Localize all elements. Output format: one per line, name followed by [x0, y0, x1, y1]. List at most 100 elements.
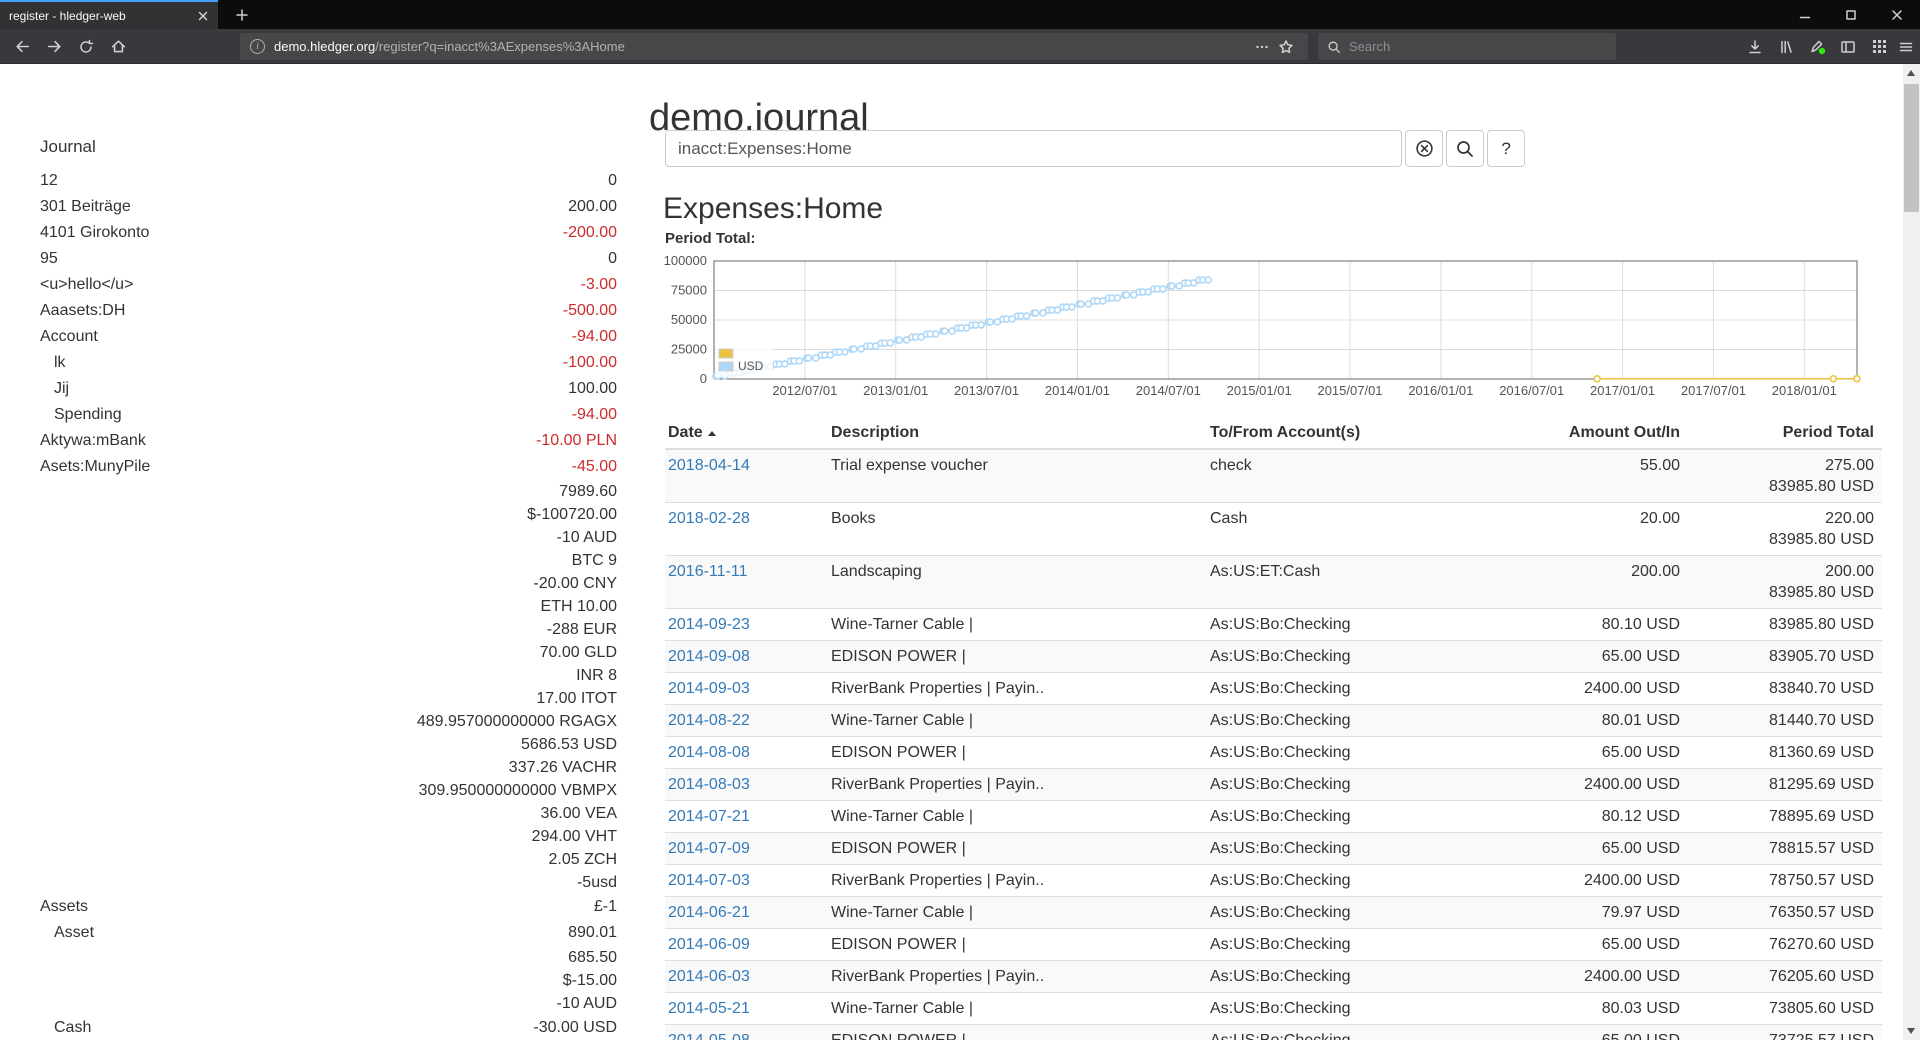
query-input[interactable] — [665, 130, 1402, 167]
cell-date: 2014-07-03 — [665, 865, 828, 897]
column-header-date[interactable]: Date — [665, 420, 828, 449]
account-name[interactable]: Asset — [17, 920, 568, 946]
transaction-date-link[interactable]: 2014-06-09 — [668, 936, 750, 953]
search-button[interactable] — [1446, 130, 1484, 167]
sidebar-account-row[interactable]: -20.00 CNY — [17, 572, 617, 595]
sidebar-account-row[interactable]: Assets£-1 — [17, 894, 617, 920]
sidebar-account-row[interactable]: 950 — [17, 246, 617, 272]
new-tab-button[interactable] — [226, 0, 258, 29]
sidebar-account-row[interactable]: 685.50 — [17, 946, 617, 969]
home-button[interactable] — [104, 33, 132, 60]
transaction-date-link[interactable]: 2014-08-03 — [668, 776, 750, 793]
transaction-date-link[interactable]: 2014-07-03 — [668, 872, 750, 889]
sidebar-toggle-icon[interactable] — [1835, 34, 1861, 59]
sidebar-account-row[interactable]: 5686.53 USD — [17, 733, 617, 756]
sidebar-account-row[interactable]: ETH 10.00 — [17, 595, 617, 618]
transaction-date-link[interactable]: 2014-07-09 — [668, 840, 750, 857]
sidebar-account-row[interactable]: Account-94.00 — [17, 324, 617, 350]
account-name[interactable]: Spending — [17, 402, 572, 428]
browser-search-bar[interactable]: Search — [1318, 33, 1616, 60]
sidebar-account-row[interactable]: Spending-94.00 — [17, 402, 617, 428]
tab-close-icon[interactable] — [197, 10, 209, 22]
account-name[interactable]: 12 — [17, 168, 608, 194]
account-name[interactable]: Aaasets:DH — [17, 298, 563, 324]
account-name[interactable]: Jij — [17, 376, 568, 402]
account-name[interactable]: Account — [17, 324, 572, 350]
extension-icon[interactable] — [1804, 34, 1830, 59]
page-scrollbar[interactable] — [1903, 64, 1920, 1040]
transaction-date-link[interactable]: 2014-08-08 — [668, 744, 750, 761]
sidebar-account-row[interactable]: 2.05 ZCH — [17, 848, 617, 871]
reload-button[interactable] — [72, 33, 100, 60]
sidebar-account-row[interactable]: INR 8 — [17, 664, 617, 687]
sidebar-account-row[interactable]: Cash-30.00 USD — [17, 1015, 617, 1040]
sidebar-account-row[interactable]: 7989.60 — [17, 480, 617, 503]
transaction-date-link[interactable]: 2014-06-21 — [668, 904, 750, 921]
account-name[interactable]: Cash — [17, 1015, 533, 1040]
site-info-icon[interactable]: i — [250, 39, 265, 54]
sidebar-account-row[interactable]: -10 AUD — [17, 526, 617, 549]
journal-link[interactable]: Journal — [17, 134, 617, 160]
account-name[interactable]: 4101 Girokonto — [17, 220, 563, 246]
sidebar-account-row[interactable]: -5usd — [17, 871, 617, 894]
back-button[interactable] — [8, 33, 36, 60]
account-name[interactable]: 301 Beiträge — [17, 194, 568, 220]
sidebar-account-row[interactable]: lk-100.00 — [17, 350, 617, 376]
sidebar-account-row[interactable]: BTC 9 — [17, 549, 617, 572]
sidebar-account-row[interactable]: 309.950000000000 VBMPX — [17, 779, 617, 802]
forward-button[interactable] — [40, 33, 68, 60]
scroll-up-icon[interactable] — [1907, 70, 1915, 76]
transaction-date-link[interactable]: 2014-05-08 — [668, 1032, 750, 1040]
sidebar-account-row[interactable]: Aaasets:DH-500.00 — [17, 298, 617, 324]
sidebar-account-row[interactable]: $-15.00 — [17, 969, 617, 992]
sidebar-account-row[interactable]: 36.00 VEA — [17, 802, 617, 825]
sidebar-account-row[interactable]: Aktywa:mBank-10.00 PLN — [17, 428, 617, 454]
transaction-date-link[interactable]: 2014-08-22 — [668, 712, 750, 729]
library-icon[interactable] — [1773, 34, 1799, 59]
account-name[interactable]: Aktywa:mBank — [17, 428, 536, 454]
page-actions-icon[interactable] — [1250, 35, 1274, 59]
scrollbar-thumb[interactable] — [1904, 84, 1919, 212]
restore-button[interactable] — [1828, 0, 1874, 29]
account-name[interactable]: Assets — [17, 894, 594, 920]
sidebar-account-row[interactable]: 120 — [17, 168, 617, 194]
sidebar-account-row[interactable]: 337.26 VACHR — [17, 756, 617, 779]
sidebar-account-row[interactable]: -10 AUD — [17, 992, 617, 1015]
transaction-date-link[interactable]: 2014-09-03 — [668, 680, 750, 697]
sidebar-account-row[interactable]: Asets:MunyPile-45.00 — [17, 454, 617, 480]
sidebar-account-row[interactable]: 294.00 VHT — [17, 825, 617, 848]
sidebar-account-row[interactable]: $-100720.00 — [17, 503, 617, 526]
transaction-date-link[interactable]: 2014-06-03 — [668, 968, 750, 985]
url-bar[interactable]: i demo.hledger.org/register?q=inacct%3AE… — [240, 33, 1308, 60]
transaction-date-link[interactable]: 2018-02-28 — [668, 510, 750, 527]
transaction-date-link[interactable]: 2018-04-14 — [668, 457, 750, 474]
scroll-down-icon[interactable] — [1907, 1028, 1915, 1034]
sidebar-account-row[interactable]: 4101 Girokonto-200.00 — [17, 220, 617, 246]
bookmark-star-icon[interactable] — [1274, 35, 1298, 59]
sidebar-account-row[interactable]: <u>hello</u>-3.00 — [17, 272, 617, 298]
sidebar-account-row[interactable]: 17.00 ITOT — [17, 687, 617, 710]
account-name[interactable]: lk — [17, 350, 563, 376]
grid-menu-icon[interactable] — [1866, 34, 1892, 59]
sidebar-account-row[interactable]: 489.957000000000 RGAGX — [17, 710, 617, 733]
sidebar-account-row[interactable]: 301 Beiträge200.00 — [17, 194, 617, 220]
transaction-date-link[interactable]: 2014-09-08 — [668, 648, 750, 665]
help-button[interactable]: ? — [1487, 130, 1525, 167]
transaction-date-link[interactable]: 2016-11-11 — [668, 563, 747, 580]
sidebar-account-row[interactable]: -288 EUR — [17, 618, 617, 641]
download-icon[interactable] — [1742, 34, 1768, 59]
account-name[interactable]: 95 — [17, 246, 608, 272]
transaction-date-link[interactable]: 2014-09-23 — [668, 616, 750, 633]
transaction-date-link[interactable]: 2014-07-21 — [668, 808, 750, 825]
sidebar-account-row[interactable]: 70.00 GLD — [17, 641, 617, 664]
close-window-button[interactable] — [1874, 0, 1920, 29]
clear-query-button[interactable] — [1405, 130, 1443, 167]
sidebar-account-row[interactable]: Asset890.01 — [17, 920, 617, 946]
account-name[interactable]: Asets:MunyPile — [17, 454, 572, 480]
transaction-date-link[interactable]: 2014-05-21 — [668, 1000, 750, 1017]
sidebar-account-row[interactable]: Jij100.00 — [17, 376, 617, 402]
account-name[interactable]: <u>hello</u> — [17, 272, 581, 298]
minimize-button[interactable] — [1782, 0, 1828, 29]
hamburger-menu-icon[interactable] — [1893, 34, 1919, 59]
browser-tab[interactable]: register - hledger-web — [0, 0, 218, 29]
